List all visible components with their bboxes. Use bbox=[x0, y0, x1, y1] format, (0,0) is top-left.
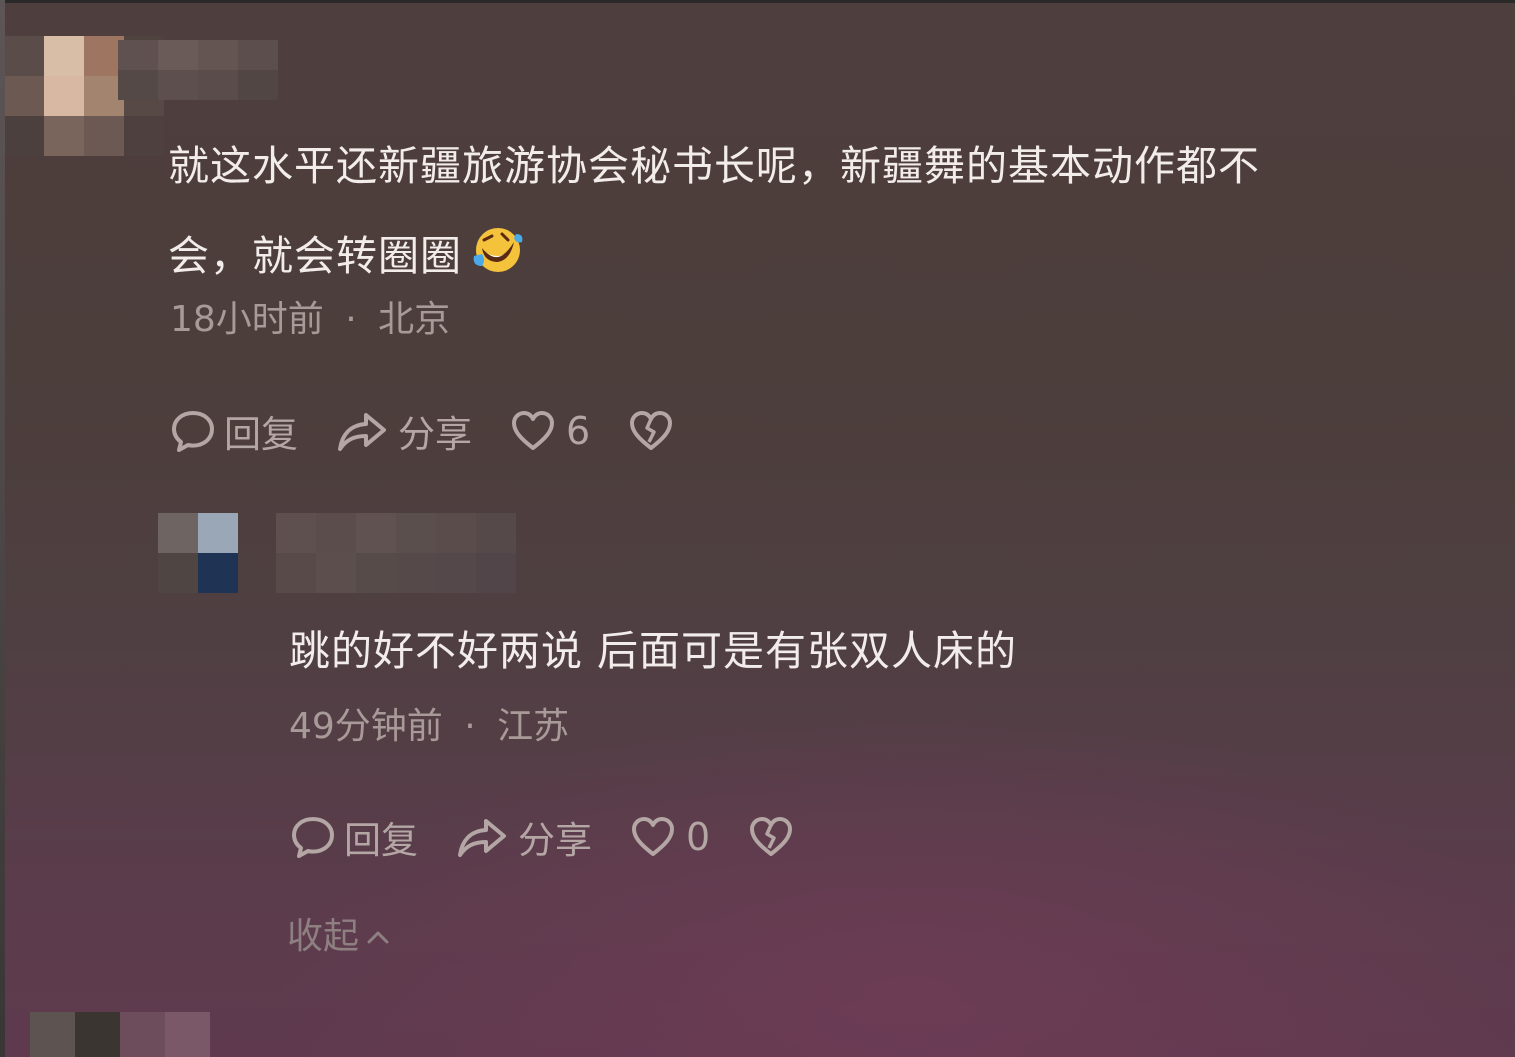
reply-button[interactable]: 回复 bbox=[290, 810, 418, 864]
comment-text-line-with-emoji: 会，就会转圈圈 bbox=[168, 226, 524, 281]
username-blurred[interactable] bbox=[118, 40, 278, 100]
collapse-label: 收起 bbox=[287, 916, 360, 957]
dislike-button[interactable] bbox=[628, 410, 682, 452]
like-count: 6 bbox=[566, 409, 591, 453]
heart-icon bbox=[632, 817, 674, 856]
comment-bubble-icon bbox=[172, 411, 214, 452]
share-button[interactable]: 分享 bbox=[336, 404, 472, 458]
reply-time: 49分钟前 bbox=[289, 706, 443, 747]
reply-text-line: 跳的好不好两说 后面可是有张双人床的 bbox=[289, 627, 1018, 675]
broken-heart-icon bbox=[750, 817, 793, 856]
share-label: 分享 bbox=[518, 819, 592, 862]
share-arrow-icon bbox=[338, 413, 386, 451]
broken-heart-icon bbox=[630, 411, 673, 450]
reply-location: 江苏 bbox=[497, 706, 570, 747]
heart-icon bbox=[512, 411, 554, 450]
like-button[interactable]: 6 bbox=[510, 409, 590, 453]
comment-time: 18小时前 bbox=[170, 299, 324, 340]
comment-actions: 回复 分享 6 bbox=[170, 404, 720, 458]
comment-thread-screen: 就这水平还新疆旅游协会秘书长呢，新疆舞的基本动作都不 会，就会转圈圈 18小时前… bbox=[0, 0, 1515, 1057]
meta-separator: · bbox=[345, 299, 357, 340]
comment-text-line: 就这水平还新疆旅游协会秘书长呢，新疆舞的基本动作都不 bbox=[168, 142, 1260, 190]
reply-label: 回复 bbox=[224, 413, 298, 456]
comment-text-line: 会，就会转圈圈 bbox=[168, 232, 462, 280]
like-button[interactable]: 0 bbox=[630, 815, 710, 859]
reply-label: 回复 bbox=[344, 819, 418, 862]
rolling-on-floor-laughing-emoji bbox=[472, 226, 524, 281]
share-arrow-icon bbox=[458, 819, 506, 857]
reply-username-blurred[interactable] bbox=[276, 513, 516, 593]
chevron-up-icon bbox=[367, 931, 389, 944]
reply-avatar-blurred[interactable] bbox=[158, 513, 238, 593]
meta-separator: · bbox=[464, 706, 476, 747]
next-avatar-blurred[interactable] bbox=[30, 1012, 210, 1057]
comment-location: 北京 bbox=[378, 299, 451, 340]
dislike-button[interactable] bbox=[748, 816, 802, 858]
reply-actions: 回复 分享 0 bbox=[290, 810, 840, 864]
comment-bubble-icon bbox=[292, 817, 334, 858]
comment-meta: 18小时前 · 北京 bbox=[170, 302, 450, 338]
reply-meta: 49分钟前 · 江苏 bbox=[289, 709, 569, 745]
like-count: 0 bbox=[686, 815, 711, 859]
share-button[interactable]: 分享 bbox=[456, 810, 592, 864]
reply-button[interactable]: 回复 bbox=[170, 404, 298, 458]
share-label: 分享 bbox=[398, 413, 472, 456]
collapse-replies-button[interactable]: 收起 bbox=[287, 918, 391, 956]
